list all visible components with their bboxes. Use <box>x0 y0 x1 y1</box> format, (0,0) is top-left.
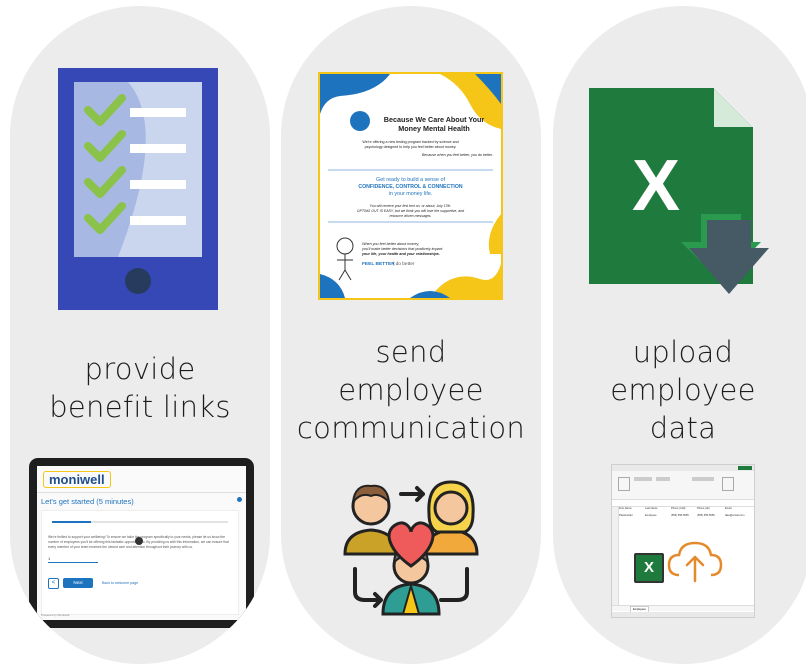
excel-mini-letter: X <box>643 559 654 576</box>
flyer-bottom-3: your life, your health and your relation… <box>362 252 440 256</box>
next-button[interactable]: Next <box>63 578 93 588</box>
column-header: Email <box>725 507 732 510</box>
label-line: send <box>375 335 447 369</box>
cloud-upload-icon <box>667 541 723 583</box>
column-header: First Name <box>619 507 632 510</box>
flyer-ready: Get ready to build a sense of <box>376 177 445 183</box>
column-upload-data: X upload employee data First Name Last N… <box>553 6 806 664</box>
label-line: provide <box>84 352 196 386</box>
play-icon[interactable] <box>135 537 143 545</box>
back-button[interactable]: < <box>48 578 59 589</box>
flyer-do-better: | do better <box>393 262 415 267</box>
progress-track <box>52 521 228 523</box>
page-heading: Let's get started (5 minutes) <box>41 497 134 506</box>
row-headers <box>612 507 619 607</box>
flyer-ccc: CONFIDENCE, CONTROL & CONNECTION <box>358 184 463 190</box>
flyer-headline-2: Money Mental Health <box>398 124 470 133</box>
label-line: benefit links <box>49 390 231 424</box>
team-communication-icon <box>343 480 479 616</box>
column-header: Last Name <box>645 507 658 510</box>
cell[interactable]: fake@email.com <box>725 514 744 517</box>
divider <box>37 492 246 493</box>
moniwell-logo: moniwell <box>43 471 111 488</box>
font-control[interactable] <box>634 477 652 481</box>
cell[interactable]: Employee <box>645 514 657 517</box>
spreadsheet-screenshot: First Name Last Name Phone (Cell) Phone … <box>611 464 755 618</box>
column-benefit-links: provide benefit links moniwell Let's get… <box>10 6 270 664</box>
tablet-screen: moniwell Let's get started (5 minutes) W… <box>37 466 246 620</box>
paste-icon[interactable] <box>618 477 630 491</box>
excel-letter: X <box>631 146 681 226</box>
ribbon <box>612 471 754 500</box>
cell[interactable]: (555) 555-5555 <box>671 514 689 517</box>
label-line: data <box>649 411 717 445</box>
employee-count-input[interactable]: 1 <box>48 556 98 563</box>
form-card: We're thrilled to support your wellbeing… <box>41 510 239 615</box>
share-button[interactable] <box>738 466 752 470</box>
cells-icon[interactable] <box>722 477 734 491</box>
checklist-tablet-icon <box>58 68 218 310</box>
label-line: employee <box>338 373 484 407</box>
column-label: provide benefit links <box>10 350 270 426</box>
welcome-link[interactable]: Back to welcome page <box>102 581 138 585</box>
label-line: communication <box>296 411 526 445</box>
format-control[interactable] <box>692 477 714 481</box>
progress-fill <box>52 521 91 523</box>
label-line: upload <box>632 335 734 369</box>
sheet-tabs: Employees <box>612 605 754 613</box>
powered-by: Powered by Moniwell <box>41 613 70 617</box>
flyer-money-life: in your money life. <box>388 191 433 197</box>
column-label: upload employee data <box>553 333 806 447</box>
cell[interactable]: Placeholder <box>619 514 633 517</box>
flyer-feel-better: FEEL BETTER <box>362 262 395 267</box>
flyer-tagline: Because when you feel better, you do bet… <box>422 153 493 157</box>
column-header: Phone (Cell) <box>671 507 686 510</box>
excel-mini-icon: X <box>634 553 664 583</box>
flyer-intro-2: psychology designed to help you feel bet… <box>364 145 457 149</box>
help-icon[interactable] <box>237 497 242 502</box>
align-control[interactable] <box>656 477 670 481</box>
column-label: send employee communication <box>281 333 541 447</box>
cell[interactable]: (555) 555-5555 <box>697 514 715 517</box>
flyer-receive-3: resource driven messages. <box>389 214 432 218</box>
column-employee-communication: Because We Care About Your Money Mental … <box>281 6 541 664</box>
status-bar <box>612 612 754 617</box>
communication-flyer: Because We Care About Your Money Mental … <box>318 72 503 300</box>
tablet-screenshot: moniwell Let's get started (5 minutes) W… <box>29 458 254 628</box>
label-line: employee <box>610 373 756 407</box>
column-header: Phone (alt) <box>697 507 710 510</box>
